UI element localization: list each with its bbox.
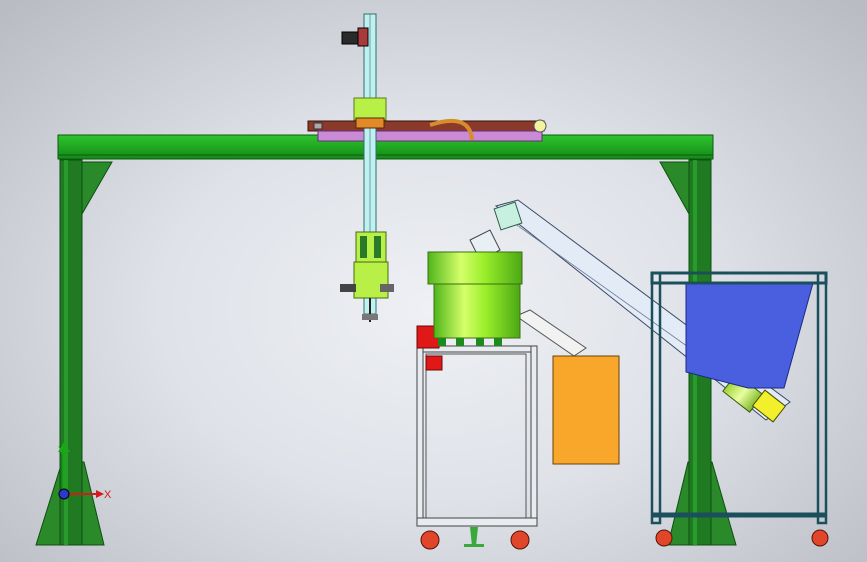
collection-box — [552, 355, 620, 465]
linear-rail-assembly — [307, 119, 547, 142]
gantry-left-leg — [35, 159, 113, 546]
vibratory-bowl — [427, 251, 587, 357]
feeder-cart — [416, 325, 538, 550]
assembly-drawing: Y X — [35, 13, 829, 550]
cad-viewport[interactable]: Y X — [0, 0, 867, 562]
y-axis-label: Y — [58, 445, 66, 457]
x-axis-label: X — [104, 489, 112, 501]
gantry-frame — [35, 134, 737, 546]
triad-origin — [58, 488, 70, 500]
